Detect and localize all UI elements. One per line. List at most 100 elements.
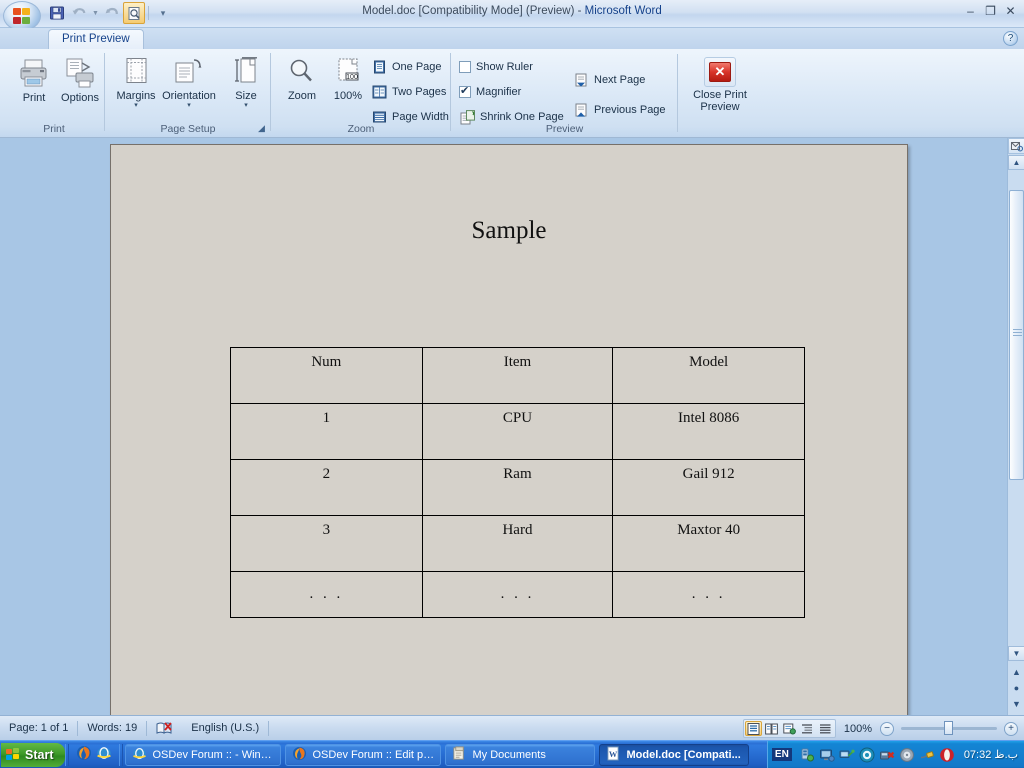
spelling-check-icon[interactable]	[147, 719, 182, 737]
web-layout-view-icon[interactable]	[781, 721, 798, 736]
page-setup-dialog-launcher-icon[interactable]: ◢	[256, 123, 267, 134]
system-tray: EN 07:32 ب.ظ	[766, 740, 1024, 768]
minimize-button[interactable]: –	[961, 3, 980, 19]
close-print-preview-icon: ✕	[704, 57, 736, 87]
previous-page-scroll-icon[interactable]: ▲	[1010, 665, 1023, 678]
window-title-app: Microsoft Word	[584, 5, 662, 17]
magnifier-label: Magnifier	[476, 86, 522, 98]
preview-workspace: Sample Num Item Model 1 CPU Intel 8086 2	[0, 138, 1024, 768]
document-page[interactable]: Sample Num Item Model 1 CPU Intel 8086 2	[110, 144, 908, 768]
zoom-level-label[interactable]: 100%	[844, 723, 872, 735]
internet-explorer-icon	[132, 746, 147, 764]
taskbar-item[interactable]: OSDev Forum :: Edit po...	[285, 743, 442, 766]
taskbar-item-active[interactable]: W Model.doc [Compati...	[599, 743, 750, 766]
table-cell: Ram	[421, 459, 614, 516]
system-clock[interactable]: 07:32 ب.ظ	[964, 748, 1018, 761]
zoom-in-button[interactable]: +	[1004, 721, 1018, 736]
page-width-label: Page Width	[392, 111, 449, 123]
ribbon-group-preview: Show Ruler Magnifier Shrink O	[452, 50, 747, 136]
zoom-100-button-label: 100%	[333, 90, 363, 102]
two-pages-label: Two Pages	[392, 86, 447, 98]
opera-icon[interactable]	[939, 747, 955, 763]
language-indicator[interactable]: EN	[771, 748, 792, 761]
table-cell: . . .	[421, 571, 614, 618]
magnifier-checkbox-box[interactable]	[459, 84, 471, 98]
table-header-cell: Num	[230, 347, 423, 404]
ribbon: Print Options Print Margins ▾ Orientatio…	[0, 49, 1024, 138]
display-adapter-icon[interactable]	[819, 747, 835, 763]
print-options-button[interactable]: Options	[52, 54, 108, 104]
two-pages-button[interactable]: Two Pages	[368, 82, 449, 102]
safely-remove-hardware-icon[interactable]	[879, 747, 895, 763]
firefox-icon	[292, 746, 307, 764]
maximize-button[interactable]: ❐	[981, 3, 1000, 19]
zoom-slider[interactable]	[901, 721, 997, 735]
windows-flag-icon	[6, 748, 21, 761]
status-bar: Page: 1 of 1 Words: 19 English (U.S.) 10…	[0, 715, 1024, 740]
outline-view-icon[interactable]	[799, 721, 816, 736]
full-screen-reading-view-icon[interactable]	[763, 721, 780, 736]
status-page-number[interactable]: Page: 1 of 1	[0, 719, 77, 737]
status-word-count[interactable]: Words: 19	[78, 719, 146, 737]
network-status-icon[interactable]	[799, 747, 815, 763]
zoom-out-button[interactable]: −	[880, 721, 894, 736]
next-page-scroll-icon[interactable]: ▼	[1010, 697, 1023, 710]
internet-explorer-quicklaunch-icon[interactable]	[96, 745, 112, 764]
previous-page-button[interactable]: Previous Page	[570, 100, 669, 120]
table-cell: Hard	[421, 515, 614, 572]
orientation-button[interactable]: Orientation ▾	[156, 54, 222, 109]
usb-device-icon[interactable]	[919, 747, 935, 763]
browse-object-scroll-icon[interactable]: ●	[1010, 681, 1023, 694]
scroll-down-arrow-icon[interactable]: ▼	[1008, 646, 1024, 661]
window-title: Model.doc [Compatibility Mode] (Preview)…	[0, 5, 1024, 17]
volume-muted-icon[interactable]	[899, 747, 915, 763]
next-page-button[interactable]: Next Page	[570, 70, 648, 90]
one-page-label: One Page	[392, 61, 442, 73]
start-button[interactable]: Start	[1, 742, 66, 767]
start-button-label: Start	[25, 747, 54, 762]
zoom-slider-handle[interactable]	[944, 721, 953, 735]
taskbar-divider	[119, 743, 124, 766]
table-cell: 1	[230, 403, 423, 460]
network-connection-icon[interactable]	[839, 747, 855, 763]
ribbon-group-preview-label: Preview	[545, 123, 584, 135]
one-page-button[interactable]: One Page	[368, 57, 445, 77]
quick-launch-bar	[69, 745, 119, 764]
tab-print-preview[interactable]: Print Preview	[48, 29, 144, 50]
table-header-cell: Item	[421, 347, 614, 404]
document-table-body: Num Item Model 1 CPU Intel 8086 2 Ram Ga…	[230, 347, 805, 618]
vertical-scrollbar[interactable]: ▲ ▼ ▲ ● ▼	[1007, 138, 1024, 715]
firefox-quicklaunch-icon[interactable]	[76, 745, 92, 764]
table-row: . . . . . . . . .	[230, 571, 805, 618]
print-options-button-label: Options	[61, 92, 99, 104]
ribbon-group-print: Print Options Print	[4, 50, 104, 136]
table-row: 2 Ram Gail 912	[230, 459, 805, 516]
table-cell: Intel 8086	[612, 403, 805, 460]
draft-view-icon[interactable]	[817, 721, 834, 736]
print-layout-view-icon[interactable]	[744, 721, 762, 736]
magnifier-checkbox[interactable]: Magnifier	[456, 82, 524, 102]
close-print-preview-button[interactable]: ✕ Close Print Preview	[684, 54, 756, 113]
select-browse-object-icon[interactable]	[1008, 138, 1024, 154]
table-cell: Gail 912	[612, 459, 805, 516]
help-icon[interactable]: ?	[1003, 31, 1018, 46]
table-header-row: Num Item Model	[230, 347, 805, 404]
table-cell: CPU	[421, 403, 614, 460]
zoom-magnifier-icon	[290, 59, 312, 82]
scrollbar-thumb[interactable]	[1009, 190, 1024, 480]
status-bar-right: 100% − +	[742, 719, 1018, 738]
close-button[interactable]: ✕	[1001, 3, 1020, 19]
status-language[interactable]: English (U.S.)	[182, 719, 268, 737]
size-button[interactable]: Size ▾	[224, 54, 268, 109]
show-ruler-checkbox-box[interactable]	[459, 61, 471, 73]
antivirus-icon[interactable]	[859, 747, 875, 763]
show-ruler-checkbox[interactable]: Show Ruler	[456, 57, 536, 77]
ribbon-group-print-label: Print	[43, 123, 65, 135]
ribbon-group-page-setup: Margins ▾ Orientation ▾ Size ▾ Page Setu…	[106, 50, 270, 136]
taskbar-item[interactable]: My Documents	[445, 743, 596, 766]
table-row: 1 CPU Intel 8086	[230, 403, 805, 460]
ribbon-tab-strip: Print Preview ?	[0, 28, 1024, 50]
window-title-document: Model.doc [Compatibility Mode] (Preview)…	[362, 5, 585, 17]
scroll-up-arrow-icon[interactable]: ▲	[1008, 155, 1024, 170]
taskbar-item[interactable]: OSDev Forum :: - Wind...	[125, 743, 282, 766]
